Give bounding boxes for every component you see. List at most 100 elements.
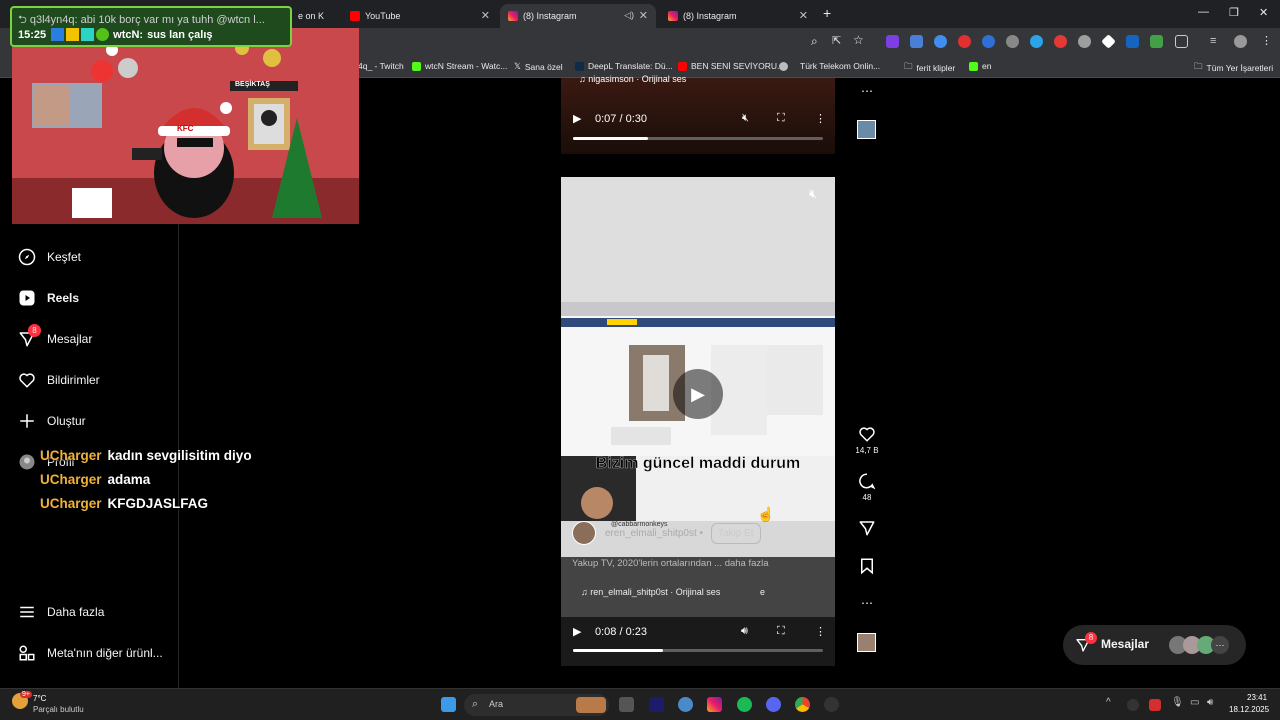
microphone-icon[interactable]: 🎙︎	[1171, 697, 1184, 708]
video-progress-fill	[573, 649, 663, 652]
extension-icon[interactable]	[1054, 35, 1067, 48]
chrome-icon[interactable]	[795, 697, 810, 712]
share-button[interactable]	[855, 519, 879, 540]
more-options-icon[interactable]: ⋯	[855, 84, 879, 98]
kebab-menu-icon[interactable]: ⋮	[1261, 34, 1272, 47]
sidebar-item-explore[interactable]: Keşfet	[18, 248, 81, 266]
puzzle-icon[interactable]	[1175, 35, 1188, 48]
cast-icon[interactable]: ⇱	[832, 34, 841, 47]
mute-icon[interactable]: 🔇︎	[809, 186, 817, 202]
bookmark-folder-ferit[interactable]: 🗀 ferit klipler	[904, 61, 955, 75]
follow-button[interactable]: Takip Et	[711, 523, 761, 544]
star-icon[interactable]: ☆	[853, 33, 864, 47]
reel-video-previous[interactable]: ♫ nigasimson · Orijinal ses ▶ 0:07 / 0:3…	[561, 74, 835, 154]
app-icon[interactable]	[824, 697, 839, 712]
vpn-extension-icon[interactable]	[982, 35, 995, 48]
bookmark-youtube[interactable]: BEN SENİ SEVİYORU...	[678, 61, 784, 71]
reply-icon: ⮌	[18, 14, 30, 26]
close-icon[interactable]: ✕	[481, 9, 490, 22]
extension-icon[interactable]	[1126, 35, 1139, 48]
kebab-menu-icon[interactable]: ⋮	[815, 625, 826, 638]
mute-icon[interactable]: 🔇︎	[742, 112, 749, 125]
extension-icon[interactable]	[1030, 35, 1043, 48]
close-icon[interactable]: ✕	[639, 9, 648, 22]
avatar[interactable]	[572, 521, 596, 545]
extension-icon[interactable]	[886, 35, 899, 48]
bookmark-en[interactable]: en	[969, 61, 991, 71]
bookmark-x[interactable]: 𝕏 Sana özel	[514, 61, 563, 72]
messages-pill[interactable]: 8 Mesajlar ⋯	[1063, 625, 1246, 665]
record-extension-icon[interactable]	[958, 35, 971, 48]
reel-video-main[interactable]: 🔇︎ ▶ Bizim güncel maddi durum @cabbarmon…	[561, 177, 835, 666]
menu-list-icon[interactable]: ≡	[1210, 35, 1223, 48]
play-icon[interactable]: ▶	[573, 625, 581, 638]
taskbar-clock[interactable]: 23:41	[1247, 693, 1267, 702]
audio-extension-icon[interactable]	[934, 35, 947, 48]
volume-icon[interactable]: 🔊︎	[741, 625, 748, 638]
play-button[interactable]: ▶	[673, 369, 723, 419]
tab-instagram[interactable]: (8) Instagram ✕	[660, 4, 816, 28]
tray-expand-icon[interactable]: ^	[1106, 697, 1111, 708]
speaker-icon[interactable]: ◁)	[624, 10, 634, 21]
video-progress-bar[interactable]	[573, 137, 823, 140]
restore-button[interactable]: ❐	[1229, 6, 1239, 19]
avatar[interactable]	[1234, 35, 1247, 48]
instagram-icon[interactable]	[707, 697, 722, 712]
like-button[interactable]: 14,7 B	[855, 425, 879, 455]
fullscreen-icon[interactable]: ⛶	[777, 112, 785, 125]
comment-button[interactable]: 48	[855, 472, 879, 502]
reel-caption-overlay: Bizim güncel maddi durum	[595, 455, 801, 472]
window-close-button[interactable]: ✕	[1259, 6, 1268, 19]
sidebar-item-label: Daha fazla	[47, 605, 105, 619]
play-icon[interactable]: ▶	[573, 112, 581, 125]
tab-twitch[interactable]: e on K	[290, 4, 340, 28]
tab-instagram-active[interactable]: (8) Instagram ◁) ✕	[500, 4, 656, 28]
kebab-menu-icon[interactable]: ⋮	[815, 112, 826, 125]
tray-app-icon[interactable]	[1149, 699, 1161, 711]
save-button[interactable]	[855, 557, 879, 578]
discord-icon[interactable]	[766, 697, 781, 712]
windows-start-icon[interactable]	[441, 697, 456, 712]
extension-icon[interactable]	[1078, 35, 1091, 48]
bookmark-deepl[interactable]: DeepL Translate: Dü...	[575, 61, 673, 71]
settings-icon[interactable]	[678, 697, 693, 712]
new-tab-button[interactable]: +	[823, 5, 831, 21]
sidebar-item-notifications[interactable]: Bildirimler	[18, 371, 100, 389]
taskbar-date[interactable]: 18.12.2025	[1229, 705, 1269, 714]
close-icon[interactable]: ✕	[799, 9, 808, 22]
extension-icon[interactable]	[1006, 35, 1019, 48]
bookmark-turk-telekom[interactable]: Türk Telekom Onlin...	[779, 61, 880, 71]
bookmark-kick[interactable]: wtcN Stream - Watc...	[412, 61, 507, 71]
sidebar-item-messages[interactable]: Mesajlar 8	[18, 324, 92, 348]
minimize-button[interactable]: —	[1198, 6, 1209, 18]
audio-thumbnail[interactable]	[857, 120, 876, 139]
task-view-icon[interactable]	[619, 697, 634, 712]
network-icon[interactable]: ▭	[1190, 697, 1199, 708]
taskbar-search[interactable]: ⌕ Ara	[464, 694, 609, 716]
battery-extension-icon[interactable]	[1150, 35, 1163, 48]
tab-youtube[interactable]: YouTube ✕	[342, 4, 498, 28]
sidebar-item-create[interactable]: Oluştur	[18, 412, 86, 430]
sidebar-item-more[interactable]: Daha fazla	[18, 603, 104, 621]
bookmark-all[interactable]: 🗀 Tüm Yer İşaretleri	[1194, 61, 1273, 75]
spotify-icon[interactable]	[737, 697, 752, 712]
zoom-icon[interactable]: ⌕	[811, 34, 818, 49]
audio-thumbnail[interactable]	[857, 633, 876, 652]
reel-author-row: eren_elmali_shitp0st •	[605, 528, 703, 539]
reel-audio[interactable]: ♫ ren_elmali_shitp0st · Orijinal ses	[581, 587, 720, 597]
translate-extension-icon[interactable]	[910, 35, 923, 48]
sidebar-item-reels[interactable]: Reels	[18, 289, 79, 307]
volume-icon[interactable]: 🔊︎	[1207, 697, 1213, 708]
premiere-icon[interactable]	[649, 697, 664, 712]
sidebar-item-meta[interactable]: Meta'nın diğer ürünl...	[18, 644, 163, 662]
extension-icon[interactable]	[1101, 34, 1116, 49]
read-more-link[interactable]: ... daha fazla	[714, 558, 768, 569]
tray-app-icon[interactable]	[1127, 699, 1139, 711]
video-progress-bar[interactable]	[573, 649, 823, 652]
fullscreen-icon[interactable]: ⛶	[777, 625, 785, 638]
reel-author[interactable]: eren_elmali_shitp0st	[605, 528, 697, 539]
instagram-icon	[508, 11, 518, 21]
bookmark-twitch[interactable]: 4q_ - Twitch	[358, 61, 404, 71]
more-options-icon[interactable]: ⋯	[855, 596, 879, 610]
reel-audio[interactable]: ♫ nigasimson · Orijinal ses	[579, 74, 686, 84]
